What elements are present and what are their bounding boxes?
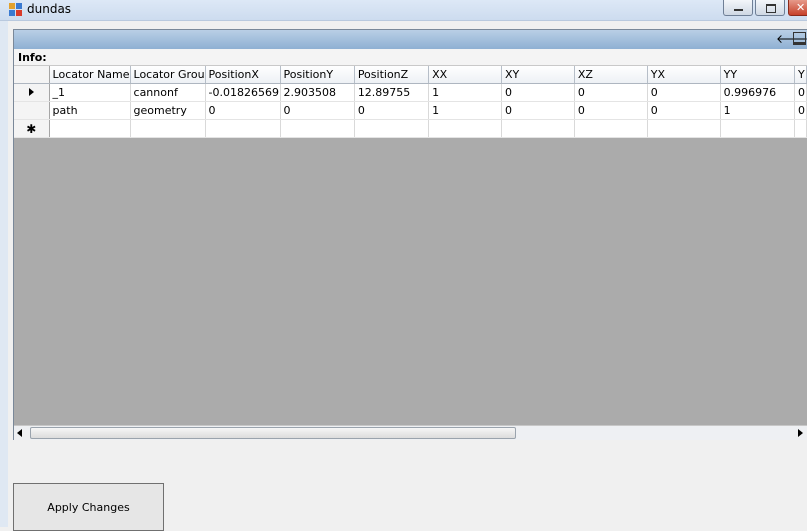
cell[interactable]: 0 (205, 101, 281, 120)
close-button[interactable]: ✕ (788, 0, 807, 16)
cell[interactable]: _1 (49, 83, 131, 102)
info-bar: Info: (14, 49, 807, 66)
cell[interactable]: 2.903508 (280, 83, 355, 102)
cell[interactable]: 0 (574, 101, 648, 120)
cell[interactable] (49, 119, 131, 138)
table-row[interactable]: path geometry 0 0 0 1 0 0 0 1 0 (14, 101, 807, 120)
row-header[interactable] (14, 101, 50, 120)
cell[interactable]: geometry (130, 101, 206, 120)
new-row-marker[interactable]: ✱ (14, 119, 50, 138)
cell[interactable] (647, 119, 721, 138)
cell[interactable]: 0 (354, 101, 430, 120)
new-row[interactable]: ✱ (14, 119, 807, 138)
column-header[interactable]: Locator Grou (130, 66, 206, 84)
cell[interactable]: 0.996976 (720, 83, 795, 102)
scroll-left-button[interactable] (14, 426, 28, 440)
cell[interactable] (354, 119, 430, 138)
column-header[interactable]: YX (647, 66, 721, 84)
cell[interactable]: cannonf (130, 83, 206, 102)
scroll-right-icon (798, 429, 803, 437)
cell[interactable]: 0 (647, 101, 721, 120)
grid-toolbar: 🡐 (14, 30, 807, 49)
cell[interactable]: 0 (280, 101, 355, 120)
title-bar: dundas ✕ (0, 0, 807, 21)
column-header[interactable]: XX (428, 66, 503, 84)
cell[interactable]: 0 (574, 83, 648, 102)
data-grid: Locator Name Locator Grou PositionX Posi… (14, 66, 807, 138)
cell[interactable]: 0 (501, 83, 575, 102)
cell[interactable] (720, 119, 795, 138)
apply-changes-button[interactable]: Apply Changes (13, 483, 164, 531)
cell[interactable] (428, 119, 503, 138)
current-row-arrow-icon (28, 88, 34, 96)
window-title: dundas (27, 2, 72, 16)
cell[interactable]: 0 (794, 101, 807, 120)
cell[interactable]: 12.89755 (354, 83, 430, 102)
column-header[interactable]: PositionZ (354, 66, 430, 84)
column-header[interactable]: XZ (574, 66, 648, 84)
cell[interactable]: path (49, 101, 131, 120)
column-header[interactable]: Y (794, 66, 807, 84)
column-header[interactable]: XY (501, 66, 575, 84)
app-icon (9, 3, 23, 16)
minimize-icon (734, 9, 743, 11)
column-header[interactable]: PositionX (205, 66, 281, 84)
panel-dropdown-icon[interactable] (793, 32, 806, 45)
cell[interactable]: 0 (794, 83, 807, 102)
row-header-current[interactable] (14, 83, 50, 102)
cell[interactable] (280, 119, 355, 138)
cell[interactable]: 0 (501, 101, 575, 120)
table-row[interactable]: _1 cannonf -0.01826569 2.903508 12.89755… (14, 83, 807, 102)
cell[interactable]: 1 (428, 101, 503, 120)
restore-icon (766, 4, 776, 13)
cell[interactable] (794, 119, 807, 138)
column-header[interactable]: YY (720, 66, 795, 84)
column-header[interactable]: Locator Name (49, 66, 131, 84)
cell[interactable]: 1 (720, 101, 795, 120)
scrollbar-thumb[interactable] (30, 427, 516, 439)
cell[interactable]: -0.01826569 (205, 83, 281, 102)
corner-header[interactable] (14, 66, 50, 84)
cell[interactable]: 0 (647, 83, 721, 102)
restore-button[interactable] (755, 0, 785, 16)
cell[interactable] (205, 119, 281, 138)
column-header[interactable]: PositionY (280, 66, 355, 84)
cell[interactable] (501, 119, 575, 138)
data-grid-panel: 🡐 Info: Locator Name Locator Grou Positi… (13, 29, 807, 440)
close-icon: ✕ (796, 1, 806, 14)
window-border (0, 21, 8, 527)
scroll-left-icon (17, 429, 22, 437)
cell[interactable] (574, 119, 648, 138)
info-label: Info: (18, 51, 47, 64)
cell[interactable] (130, 119, 206, 138)
cell[interactable]: 1 (428, 83, 503, 102)
header-row: Locator Name Locator Grou PositionX Posi… (14, 66, 807, 84)
scroll-right-button[interactable] (794, 426, 807, 440)
minimize-button[interactable] (723, 0, 753, 16)
horizontal-scrollbar[interactable] (14, 425, 807, 440)
